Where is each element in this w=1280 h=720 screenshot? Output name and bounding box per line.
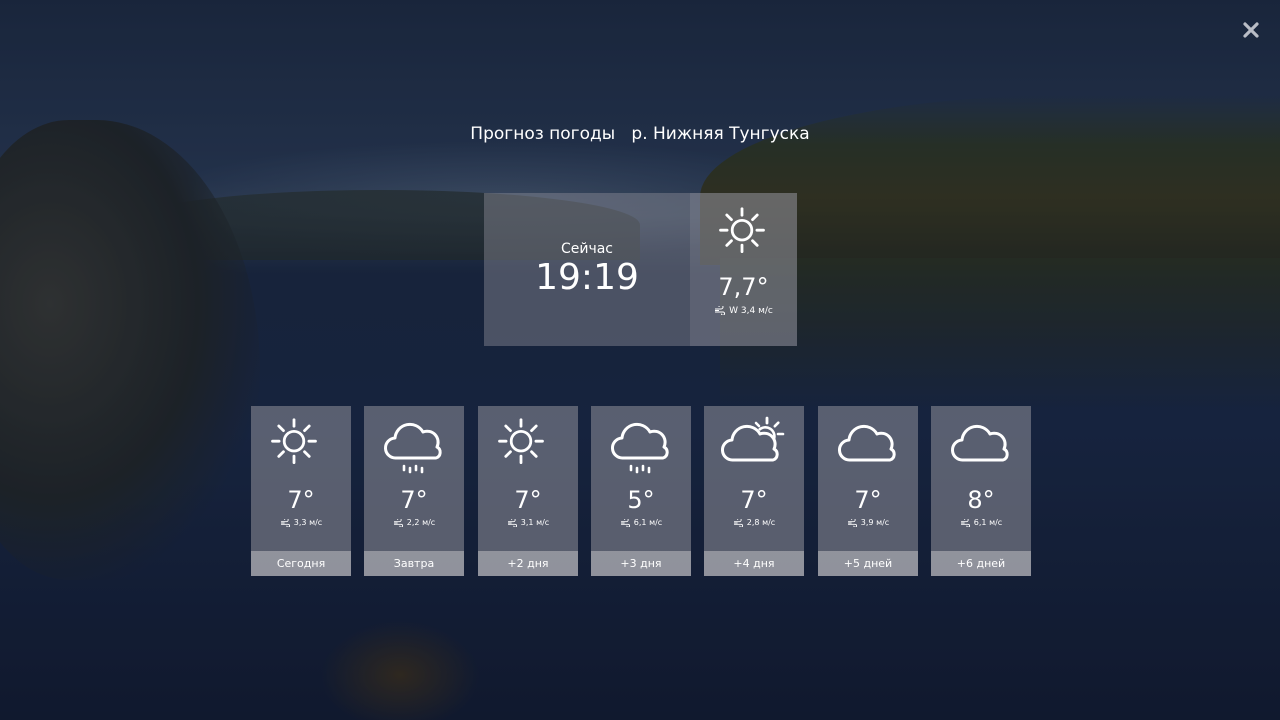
background-landscape-image — [0, 0, 1280, 720]
wind-icon — [507, 518, 517, 527]
forecast-wind: 3,9 м/с — [818, 518, 918, 527]
wind-icon — [960, 518, 970, 527]
page-title: Прогноз погоды р. Нижняя Тунгуска — [470, 124, 810, 144]
cloud-rain-icon — [606, 416, 676, 478]
current-time: 19:19 — [535, 257, 639, 298]
forecast-temperature: 5° — [627, 486, 655, 514]
forecast-day-label: +6 дней — [931, 551, 1031, 576]
wind-icon — [847, 518, 857, 527]
cloud-rain-icon — [379, 416, 449, 478]
sun-icon — [493, 416, 563, 478]
current-wind: W 3,4 м/с — [690, 306, 797, 316]
wind-icon — [280, 518, 290, 527]
forecast-day-card[interactable]: 7° 3,1 м/с +2 дня — [478, 406, 578, 576]
cloud-icon — [833, 416, 903, 478]
forecast-wind: 2,8 м/с — [704, 518, 804, 527]
forecast-wind-value: 3,3 м/с — [293, 518, 323, 527]
close-icon — [1243, 22, 1259, 38]
forecast-temperature: 8° — [967, 486, 995, 514]
cloud-sun-icon — [719, 416, 789, 478]
wind-icon — [620, 518, 630, 527]
sun-icon — [266, 416, 336, 478]
current-weather-panel: 7,7° W 3,4 м/с — [690, 193, 797, 346]
wind-icon — [393, 518, 403, 527]
forecast-day-label: Завтра — [364, 551, 464, 576]
current-wind-value: W 3,4 м/с — [729, 306, 773, 316]
forecast-day-label: Сегодня — [251, 551, 351, 576]
forecast-wind: 3,3 м/с — [251, 518, 351, 527]
forecast-wind-value: 3,1 м/с — [520, 518, 550, 527]
forecast-wind-value: 3,9 м/с — [860, 518, 890, 527]
forecast-temperature: 7° — [854, 486, 882, 514]
forecast-wind-value: 6,1 м/с — [633, 518, 663, 527]
forecast-day-card[interactable]: 7° 2,2 м/с Завтра — [364, 406, 464, 576]
forecast-wind: 3,1 м/с — [478, 518, 578, 527]
cloud-icon — [946, 416, 1016, 478]
forecast-day-card[interactable]: 7° 3,3 м/с Сегодня — [251, 406, 351, 576]
wind-icon — [733, 518, 743, 527]
forecast-wind-value: 2,8 м/с — [746, 518, 776, 527]
current-temperature: 7,7° — [718, 273, 769, 301]
current-time-panel: Сейчас 19:19 — [484, 193, 690, 346]
forecast-day-card[interactable]: 5° 6,1 м/с +3 дня — [591, 406, 691, 576]
close-button[interactable] — [1238, 17, 1264, 43]
forecast-wind: 6,1 м/с — [591, 518, 691, 527]
wind-icon — [715, 306, 726, 315]
forecast-wind: 2,2 м/с — [364, 518, 464, 527]
forecast-day-label: +3 дня — [591, 551, 691, 576]
forecast-day-label: +2 дня — [478, 551, 578, 576]
forecast-day-label: +5 дней — [818, 551, 918, 576]
forecast-day-card[interactable]: 8° 6,1 м/с +6 дней — [931, 406, 1031, 576]
forecast-wind-value: 6,1 м/с — [973, 518, 1003, 527]
forecast-day-card[interactable]: 7° 2,8 м/с +4 дня — [704, 406, 804, 576]
forecast-wind: 6,1 м/с — [931, 518, 1031, 527]
forecast-temperature: 7° — [740, 486, 768, 514]
forecast-temperature: 7° — [287, 486, 315, 514]
forecast-day-card[interactable]: 7° 3,9 м/с +5 дней — [818, 406, 918, 576]
forecast-temperature: 7° — [400, 486, 428, 514]
forecast-day-label: +4 дня — [704, 551, 804, 576]
forecast-wind-value: 2,2 м/с — [406, 518, 436, 527]
current-label: Сейчас — [560, 241, 614, 257]
sun-icon — [714, 205, 774, 260]
forecast-temperature: 7° — [514, 486, 542, 514]
